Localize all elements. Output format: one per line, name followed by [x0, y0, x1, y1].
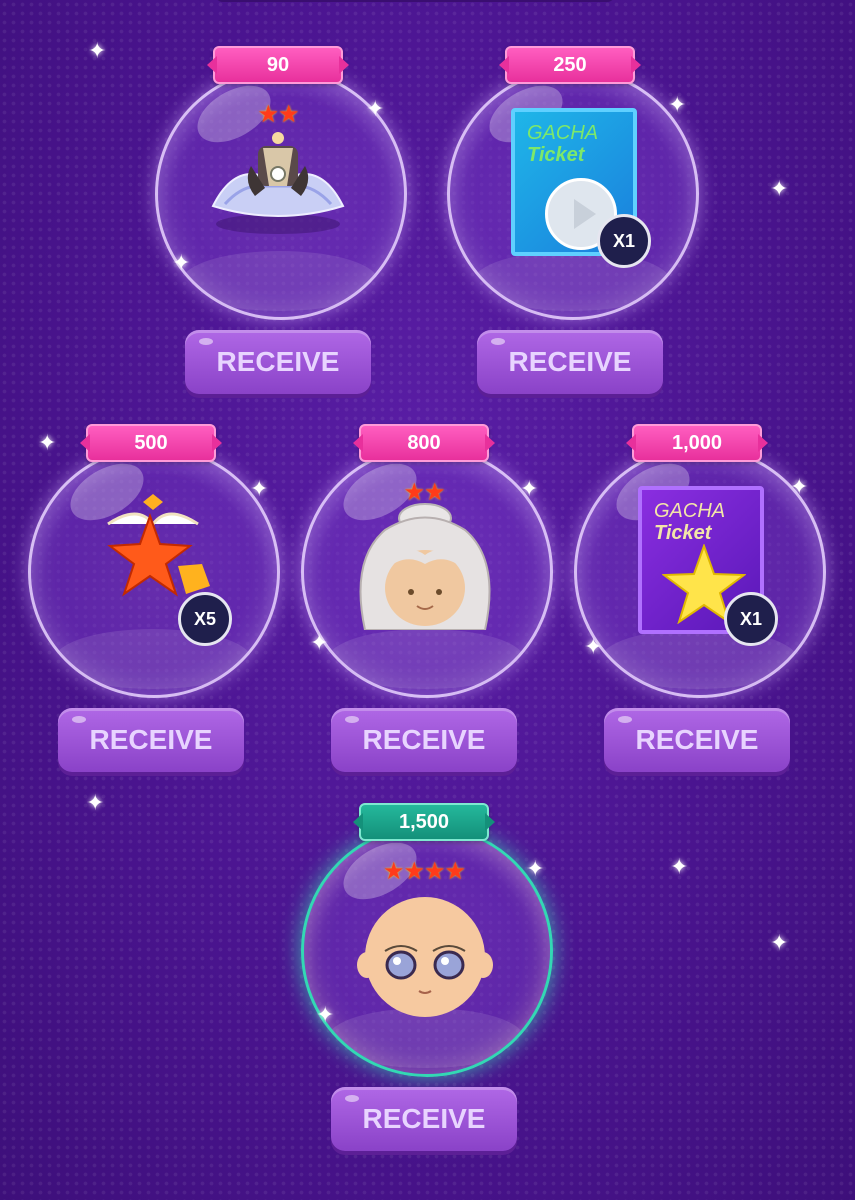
price-tag: 1,000	[632, 424, 762, 462]
sparkle-icon: ✦	[172, 250, 191, 275]
sparkle-icon: ✦	[770, 930, 789, 955]
ticket-label-line2: Ticket	[527, 144, 585, 166]
quantity-badge: X5	[178, 592, 232, 646]
sparkle-icon: ✦	[670, 854, 689, 879]
receive-button[interactable]: RECEIVE	[331, 708, 517, 772]
ticket-label-line2: Ticket	[654, 522, 712, 544]
sparkle-icon: ✦	[790, 474, 809, 499]
ticket-label-line1: GACHA	[654, 500, 726, 522]
ticket-label-line1: GACHA	[527, 122, 599, 144]
receive-button[interactable]: RECEIVE	[331, 1087, 517, 1151]
reward-slot-1500: 1,500 ★★★★ RECEIVE	[301, 803, 553, 1151]
sparkle-icon: ✦	[86, 790, 105, 815]
sparkle-icon: ✦	[584, 634, 603, 659]
price-tag: 1,500	[359, 803, 489, 841]
sparkle-icon: ✦	[526, 856, 545, 881]
top-panel-edge	[215, 0, 615, 2]
hairstyle-icon	[345, 500, 505, 635]
rarity-stars: ★★★★	[382, 858, 466, 885]
reward-slot-1000: 1,000 GACHA Ticket X1 RECEIVE	[574, 424, 826, 772]
receive-button[interactable]: RECEIVE	[185, 330, 371, 394]
reward-slot-800: 800 ★★ RECEIVE	[301, 424, 553, 772]
reward-slot-250: 250 GACHA Ticket X1 RECEIVE	[447, 46, 699, 394]
sparkle-icon: ✦	[668, 92, 687, 117]
price-tag: 500	[86, 424, 216, 462]
face-icon	[355, 887, 495, 1032]
sparkle-icon: ✦	[520, 476, 539, 501]
dress-icon	[203, 126, 353, 241]
sparkle-icon: ✦	[88, 38, 107, 63]
receive-button[interactable]: RECEIVE	[58, 708, 244, 772]
quantity-badge: X1	[597, 214, 651, 268]
receive-button[interactable]: RECEIVE	[477, 330, 663, 394]
price-tag: 90	[213, 46, 343, 84]
rarity-stars: ★★	[257, 101, 299, 128]
sparkle-icon: ✦	[310, 630, 329, 655]
quantity-badge: X1	[724, 592, 778, 646]
sparkle-icon: ✦	[38, 430, 57, 455]
price-tag: 800	[359, 424, 489, 462]
price-tag: 250	[505, 46, 635, 84]
sparkle-icon: ✦	[770, 176, 789, 201]
sparkle-icon: ✦	[250, 476, 269, 501]
sparkle-icon: ✦	[316, 1002, 335, 1027]
receive-button[interactable]: RECEIVE	[604, 708, 790, 772]
reward-slot-500: 500 X5 RECEIVE	[28, 424, 280, 772]
sparkle-icon: ✦	[366, 96, 385, 121]
